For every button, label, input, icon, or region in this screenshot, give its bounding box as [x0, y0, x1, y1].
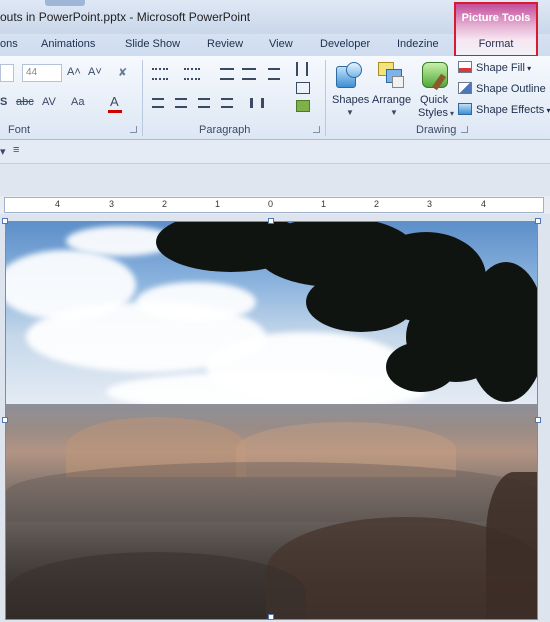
ruler-label: 2: [374, 199, 380, 209]
shape-outline-button[interactable]: Shape Outline: [458, 82, 546, 100]
bullets-icon[interactable]: [152, 68, 168, 80]
ruler-label: 3: [427, 199, 433, 209]
qat-customize-icon[interactable]: ≡: [13, 144, 19, 156]
group-separator: [325, 60, 326, 136]
shape-effects-label: Shape Effects: [476, 104, 545, 116]
shape-fill-label: Shape Fill: [476, 62, 525, 74]
selected-picture[interactable]: [5, 221, 538, 620]
quick-styles-line2[interactable]: Styles: [418, 107, 448, 119]
ruler-label: 3: [109, 199, 115, 209]
font-size-value: 44: [26, 67, 38, 78]
cloud: [136, 282, 256, 322]
font-color-swatch: [108, 110, 122, 113]
text-direction-icon[interactable]: [296, 62, 308, 76]
shape-outline-label: Shape Outline: [476, 83, 546, 95]
ruler-label: 4: [481, 199, 487, 209]
numbering-icon[interactable]: [184, 68, 200, 80]
change-case-button[interactable]: Aa: [71, 96, 84, 108]
align-text-icon[interactable]: [296, 82, 310, 94]
drawing-group-label: Drawing: [416, 124, 457, 136]
quick-styles-icon[interactable]: [420, 60, 450, 91]
line-spacing-icon[interactable]: [268, 68, 280, 80]
tab-animations-partial[interactable]: ons: [0, 38, 18, 50]
align-left-icon[interactable]: [152, 98, 164, 108]
shape-fill-button[interactable]: Shape Fill ▾: [458, 61, 531, 79]
tab-slide-show[interactable]: Slide Show: [125, 38, 180, 50]
justify-icon[interactable]: [221, 98, 233, 108]
group-separator: [142, 60, 143, 136]
shapes-icon[interactable]: [334, 60, 364, 90]
pencil-icon: [458, 82, 472, 94]
paragraph-dialog-launcher[interactable]: [313, 126, 320, 133]
font-size-combo[interactable]: 44: [22, 64, 62, 82]
arrange-button[interactable]: Arrange: [372, 94, 411, 106]
horizontal-ruler[interactable]: 4 3 2 1 0 1 2 3 4: [4, 197, 544, 213]
picture-tools-context: Picture Tools Format: [454, 2, 538, 57]
font-group-label: Font: [8, 124, 31, 136]
ruler-label: 0: [268, 199, 274, 209]
resize-handle-right[interactable]: [535, 417, 541, 423]
drawing-dialog-launcher[interactable]: [461, 126, 468, 133]
ruler-label: 1: [321, 199, 327, 209]
tree-foliage: [386, 342, 456, 392]
smartart-icon[interactable]: [296, 100, 310, 112]
font-dialog-launcher[interactable]: [130, 126, 137, 133]
align-center-icon[interactable]: [175, 98, 187, 108]
quick-access-toolbar: ▾ ≡: [0, 140, 550, 164]
arrange-dropdown-arrow: ▼: [390, 108, 398, 117]
shapes-button[interactable]: Shapes: [332, 94, 369, 106]
ruler-label: 1: [215, 199, 221, 209]
clear-formatting-button[interactable]: ✘: [118, 66, 127, 79]
picture-tools-label: Picture Tools: [461, 12, 531, 24]
window-title: outs in PowerPoint.pptx - Microsoft Powe…: [0, 10, 251, 24]
increase-indent-icon[interactable]: [242, 68, 256, 80]
resize-handle-top-right[interactable]: [535, 218, 541, 224]
resize-handle-left[interactable]: [2, 417, 8, 423]
workspace-gap: [0, 164, 550, 196]
quick-styles-dropdown-arrow: ▾: [450, 109, 455, 118]
tab-view[interactable]: View: [269, 38, 293, 50]
shape-effects-button[interactable]: Shape Effects ▾: [458, 103, 550, 121]
font-name-combo[interactable]: [0, 64, 14, 82]
shrink-font-button[interactable]: A˅: [88, 66, 102, 78]
tree-foliage: [306, 272, 416, 332]
tab-format[interactable]: Format: [456, 38, 536, 50]
quick-access-toolbar-edge: [45, 0, 85, 6]
columns-icon[interactable]: [250, 98, 264, 108]
resize-handle-bottom[interactable]: [268, 614, 274, 620]
tab-developer[interactable]: Developer: [320, 38, 370, 50]
ribbon: 44 A˄ A˅ ✘ S abc AV Aa A Font Paragraph …: [0, 56, 550, 140]
shapes-dropdown-arrow: ▼: [346, 108, 354, 117]
tab-indezine[interactable]: Indezine: [397, 38, 439, 50]
tab-animations[interactable]: Animations: [41, 38, 95, 50]
quick-styles-line1[interactable]: Quick: [420, 94, 448, 106]
arrange-icon[interactable]: [376, 60, 406, 90]
ruler-label: 2: [162, 199, 168, 209]
tab-review[interactable]: Review: [207, 38, 243, 50]
strikethrough-button[interactable]: abc: [16, 96, 34, 108]
effects-icon: [458, 103, 472, 115]
character-spacing-button[interactable]: AV: [42, 96, 56, 108]
grow-font-button[interactable]: A˄: [67, 66, 81, 78]
paragraph-group-label: Paragraph: [199, 124, 251, 136]
align-right-icon[interactable]: [198, 98, 210, 108]
tree-foliage: [466, 262, 537, 402]
font-color-button[interactable]: A: [110, 94, 119, 109]
text-shadow-button[interactable]: S: [0, 96, 7, 108]
right-rock: [486, 472, 537, 619]
resize-handle-top-left[interactable]: [2, 218, 8, 224]
paint-bucket-icon: [458, 61, 472, 73]
canyon-ridge: [6, 462, 537, 522]
decrease-indent-icon[interactable]: [220, 68, 234, 80]
qat-dropdown-icon[interactable]: ▾: [0, 145, 6, 158]
resize-handle-top[interactable]: [268, 218, 274, 224]
ruler-label: 4: [55, 199, 61, 209]
